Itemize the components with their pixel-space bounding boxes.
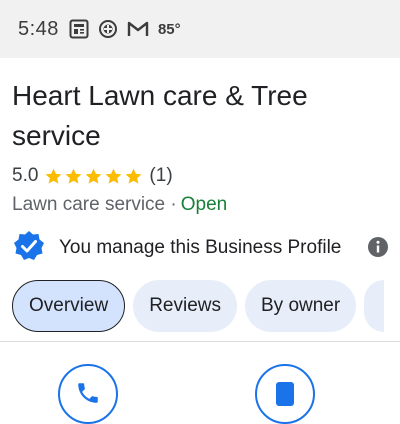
- star-icon: [46, 168, 62, 184]
- directions-button[interactable]: [255, 364, 315, 424]
- status-icons: 85°: [69, 19, 181, 39]
- divider: [0, 341, 400, 342]
- star-icon: [126, 168, 142, 184]
- gmail-icon: [127, 20, 149, 38]
- rating-value: 5.0: [12, 165, 39, 186]
- tab-reviews[interactable]: Reviews: [133, 280, 237, 332]
- directions-icon: [273, 380, 297, 411]
- status-time: 5:48: [18, 17, 59, 40]
- manage-profile-row[interactable]: You manage this Business Profile: [12, 230, 392, 266]
- manage-profile-text: You manage this Business Profile: [59, 237, 342, 258]
- info-icon[interactable]: [367, 236, 389, 263]
- open-status: Open: [180, 194, 228, 215]
- category-row: Lawn care service · Open: [12, 192, 227, 218]
- status-bar: 5:48 85°: [0, 0, 400, 58]
- star-icon: [66, 168, 82, 184]
- star-rating: [44, 167, 143, 186]
- rating-row[interactable]: 5.0 (1): [12, 163, 173, 189]
- star-icon: [106, 168, 122, 184]
- tab-bar: Overview Reviews By owner: [12, 280, 385, 332]
- call-button[interactable]: [58, 364, 118, 424]
- star-icon: [86, 168, 102, 184]
- circle-plus-icon: [98, 19, 118, 39]
- review-count[interactable]: (1): [149, 165, 172, 187]
- phone-icon: [75, 380, 101, 411]
- business-category: Lawn care service ·: [12, 194, 177, 215]
- status-temperature: 85°: [157, 20, 181, 38]
- business-name: Heart Lawn care & Tree service: [12, 80, 308, 151]
- verified-badge-icon: [12, 229, 46, 268]
- news-icon: [69, 19, 89, 39]
- tab-overflow[interactable]: [364, 280, 385, 332]
- tab-by-owner[interactable]: By owner: [245, 280, 357, 332]
- tab-overview[interactable]: Overview: [12, 280, 126, 332]
